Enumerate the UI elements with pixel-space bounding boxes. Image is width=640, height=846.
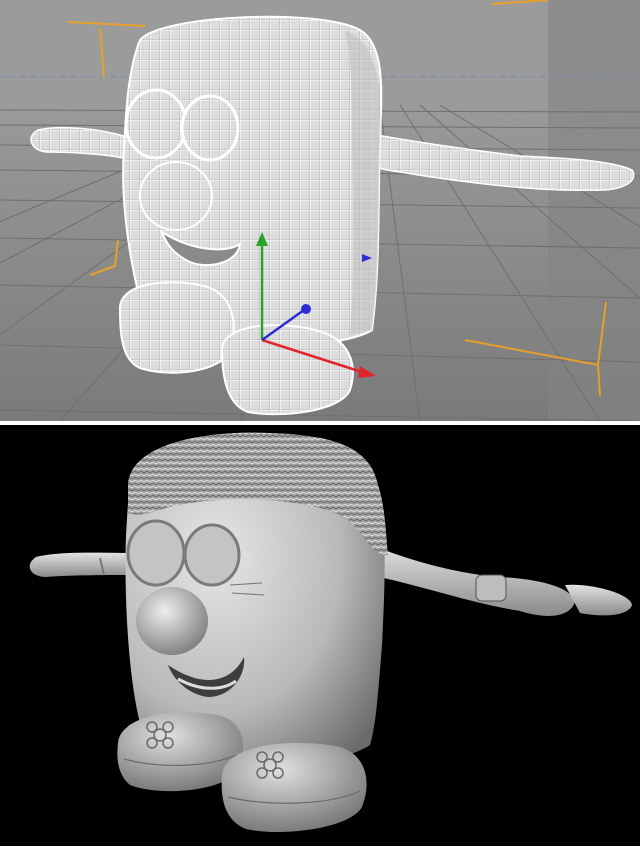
render-right-cuff [475,574,507,602]
right-foot [220,324,354,416]
rendered-character [29,432,632,833]
render-left-arm [29,552,135,577]
render-canvas [29,432,632,833]
render-right-arm [370,545,575,616]
left-foot [118,281,235,374]
gizmo-z-handle[interactable] [301,304,311,314]
right-eye-socket [180,94,240,162]
viewport-canvas[interactable] [0,0,640,421]
render-nose [136,587,208,655]
render-right-foot [221,742,367,833]
left-eye-socket [124,88,188,160]
render-right-eye [183,523,241,587]
editor-viewport[interactable] [0,0,640,421]
render-right-hand [565,584,632,616]
render-left-eye [126,519,186,587]
nose [139,161,213,231]
render-preview [0,425,640,846]
